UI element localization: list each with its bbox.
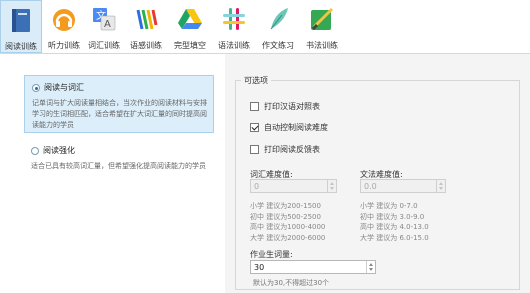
drive-icon: [178, 9, 202, 29]
mode-reading-vocab[interactable]: 阅读与词汇 记单词与扩大阅读量相结合，当次作业的阅读材料与安排学习的生词相匹配，…: [24, 75, 214, 133]
translate-icon: 文 A: [93, 8, 116, 31]
options-group-title: 可选项: [241, 75, 271, 86]
tab-label: 完型填空: [174, 41, 206, 50]
tab-vocabulary[interactable]: 文 A 词汇训练: [84, 0, 124, 53]
waves-icon: [136, 9, 158, 30]
tab-cloze[interactable]: 完型填空: [170, 0, 210, 53]
radio-button[interactable]: [32, 84, 40, 92]
suggestion-line: 小学 建议为200-1500: [250, 202, 321, 210]
mode-description: 适合已具有较高词汇量，但希望强化提高阅读能力的学员: [31, 162, 206, 170]
homework-words-label: 作业生词量:: [250, 250, 293, 259]
tab-label: 语法训练: [218, 41, 250, 50]
checkbox-label: 打印汉语对照表: [264, 102, 320, 111]
checkbox[interactable]: [250, 123, 259, 132]
headphones-icon: [53, 9, 75, 31]
suggestion-line: 初中 建议为 3.0-9.0: [360, 212, 425, 221]
checkbox[interactable]: [250, 145, 259, 154]
mode-description: 记单词与扩大阅读量相结合，当次作业的阅读材料与安排学习的生词相匹配，适合希望在扩…: [32, 99, 207, 129]
stepper-value: 30: [254, 263, 265, 272]
toolbar: 阅读训练 听力训练 文 A 词汇训练 语感训练: [0, 0, 530, 54]
quill-icon: [270, 8, 288, 30]
tab-label: 听力训练: [48, 41, 80, 50]
suggestion-line: 大学 建议为2000-6000: [250, 233, 326, 242]
tab-composition[interactable]: 作文练习: [258, 0, 298, 53]
book-icon: [12, 9, 30, 32]
tab-listening[interactable]: 听力训练: [44, 0, 84, 53]
radio-button[interactable]: [31, 147, 39, 155]
checkbox-label: 自动控制阅读难度: [264, 123, 328, 132]
tab-label: 作文练习: [262, 41, 294, 50]
stepper-value: 0: [254, 182, 260, 191]
grid-icon: [223, 8, 245, 30]
mode-panel: 阅读与词汇 记单词与扩大阅读量相结合，当次作业的阅读材料与安排学习的生词相匹配，…: [0, 54, 225, 293]
svg-text:A: A: [104, 19, 111, 30]
stepper-value: 0.0: [364, 182, 377, 191]
suggestion-line: 高中 建议为1000-4000: [250, 223, 326, 231]
tab-reading[interactable]: 阅读训练: [0, 0, 42, 53]
tab-label: 阅读训练: [5, 42, 37, 51]
tab-sense[interactable]: 语感训练: [126, 0, 166, 53]
stepper-arrows[interactable]: [436, 180, 445, 192]
brush-icon: [311, 7, 334, 31]
homework-hint: 默认为30,不得超过30个: [253, 279, 330, 287]
text-difficulty-stepper[interactable]: 0.0: [360, 179, 446, 193]
homework-words-stepper[interactable]: 30: [250, 260, 376, 274]
vocab-difficulty-stepper[interactable]: 0: [250, 179, 337, 193]
suggestion-line: 高中 建议为 4.0-13.0: [360, 223, 429, 231]
checkbox-label: 打印阅读反馈表: [264, 145, 320, 154]
mode-reading-intensive[interactable]: 阅读强化 适合已具有较高词汇量，但希望强化提高阅读能力的学员: [24, 139, 214, 183]
suggestion-line: 小学 建议为 0-7.0: [360, 202, 418, 210]
stepper-arrows[interactable]: [366, 261, 375, 273]
tab-grammar[interactable]: 语法训练: [214, 0, 254, 53]
stepper-arrows[interactable]: [327, 180, 336, 192]
checkbox[interactable]: [250, 102, 259, 111]
options-panel: 可选项 打印汉语对照表 自动控制阅读难度 打印阅读反馈表 词汇难度值: 0 小学…: [225, 54, 530, 293]
suggestion-line: 大学 建议为 6.0-15.0: [360, 233, 429, 242]
tab-calligraphy[interactable]: 书法训练: [302, 0, 342, 53]
tab-label: 语感训练: [130, 41, 162, 50]
vocab-suggestions: 小学 建议为200-1500 初中 建议为500-2500 高中 建议为1000…: [250, 201, 325, 243]
suggestion-line: 初中 建议为500-2500: [250, 212, 321, 221]
tab-label: 书法训练: [306, 41, 338, 50]
text-suggestions: 小学 建议为 0-7.0 初中 建议为 3.0-9.0 高中 建议为 4.0-1…: [360, 201, 429, 243]
mode-title: 阅读与词汇: [44, 83, 84, 92]
tab-label: 词汇训练: [88, 41, 120, 50]
mode-title: 阅读强化: [43, 146, 75, 155]
